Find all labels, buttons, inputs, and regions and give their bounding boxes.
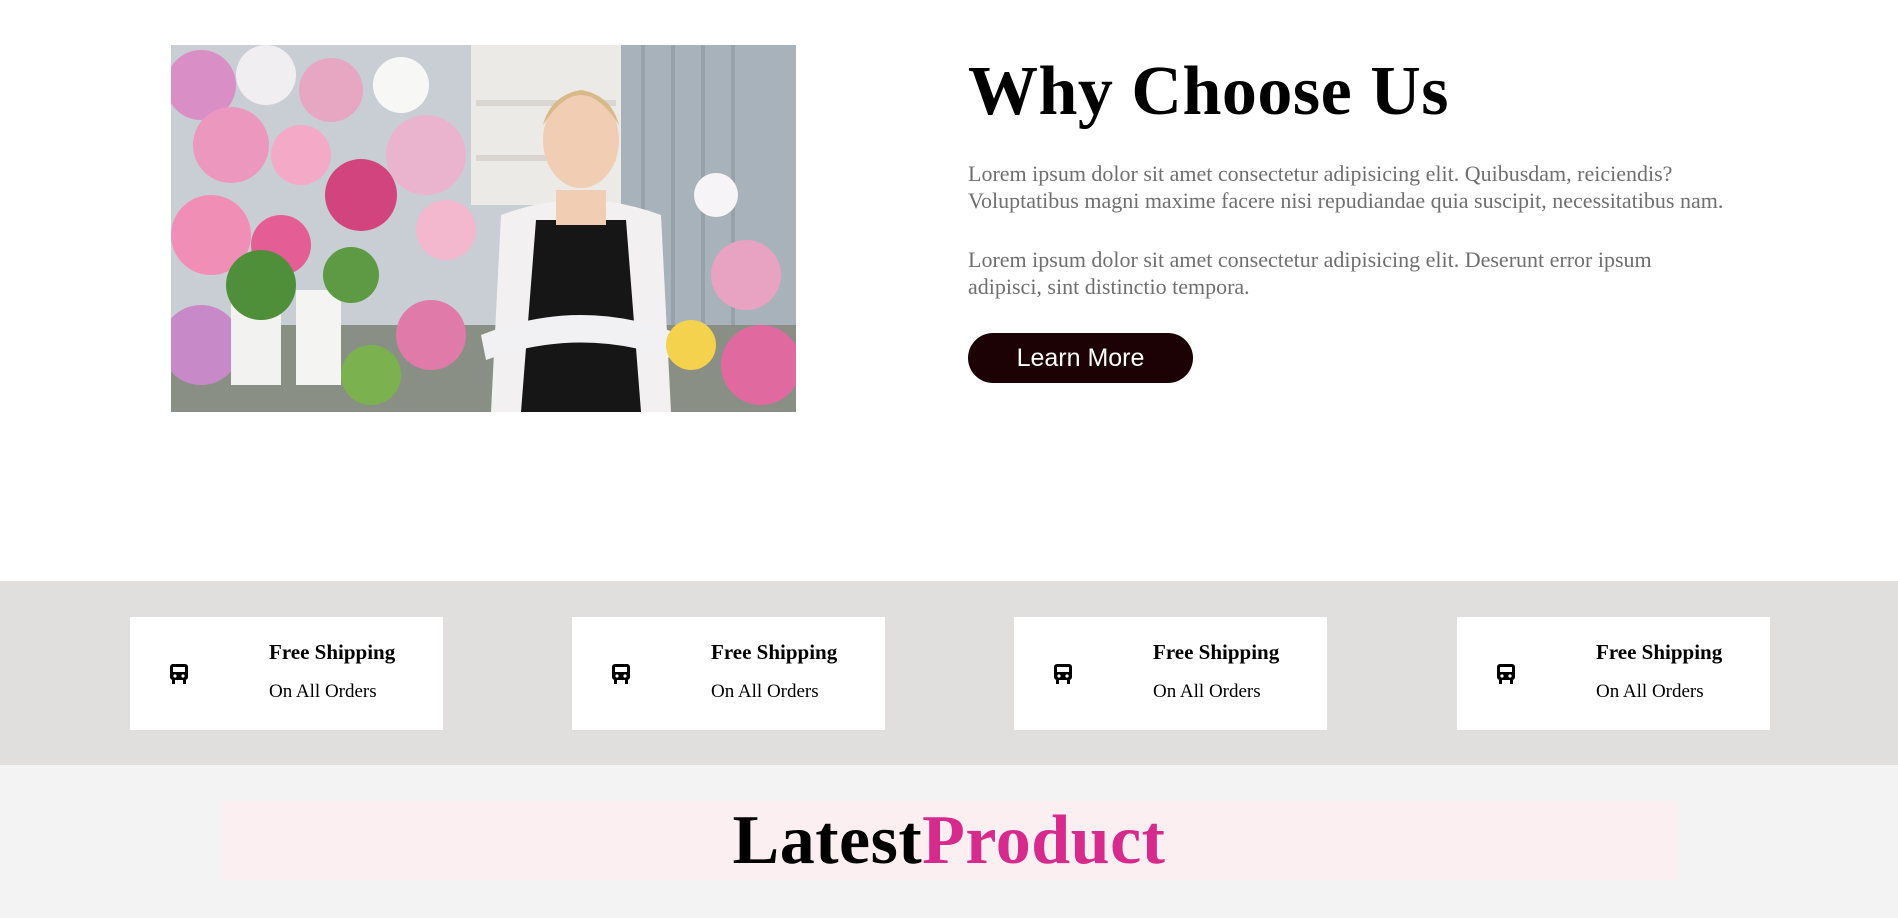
feature-card: Free Shipping On All Orders (130, 617, 443, 730)
latest-heading-part-1: Latest (732, 802, 923, 879)
bus-icon (612, 664, 630, 684)
feature-title: Free Shipping (711, 640, 838, 664)
learn-more-button[interactable]: Learn More (968, 333, 1193, 383)
about-paragraph-2: Lorem ipsum dolor sit amet consectetur a… (968, 247, 1652, 299)
feature-title: Free Shipping (1153, 640, 1280, 664)
bus-icon (1054, 664, 1072, 684)
feature-title: Free Shipping (269, 640, 396, 664)
feature-subtitle: On All Orders (711, 681, 819, 702)
feature-subtitle: On All Orders (269, 681, 377, 702)
latest-heading-part-2: Product (922, 802, 1166, 879)
feature-subtitle: On All Orders (1596, 681, 1704, 702)
features-strip: Free Shipping On All Orders Free Shippin… (0, 581, 1898, 765)
latest-product-section: LatestProduct (0, 765, 1898, 918)
feature-title: Free Shipping (1596, 640, 1723, 664)
feature-card: Free Shipping On All Orders (1457, 617, 1770, 730)
bus-icon (1497, 664, 1515, 684)
florist-image (171, 45, 796, 412)
feature-subtitle: On All Orders (1153, 681, 1261, 702)
latest-heading-bar: LatestProduct (220, 801, 1678, 880)
about-section: Why Choose Us Lorem ipsum dolor sit amet… (0, 0, 1898, 581)
bus-icon (170, 664, 188, 684)
about-title: Why Choose Us (968, 53, 1450, 130)
feature-card: Free Shipping On All Orders (572, 617, 885, 730)
about-paragraph-1: Lorem ipsum dolor sit amet consectetur a… (968, 161, 1724, 213)
about-text: Why Choose Us Lorem ipsum dolor sit amet… (968, 52, 1728, 383)
latest-heading: LatestProduct (220, 801, 1678, 880)
feature-card: Free Shipping On All Orders (1014, 617, 1327, 730)
